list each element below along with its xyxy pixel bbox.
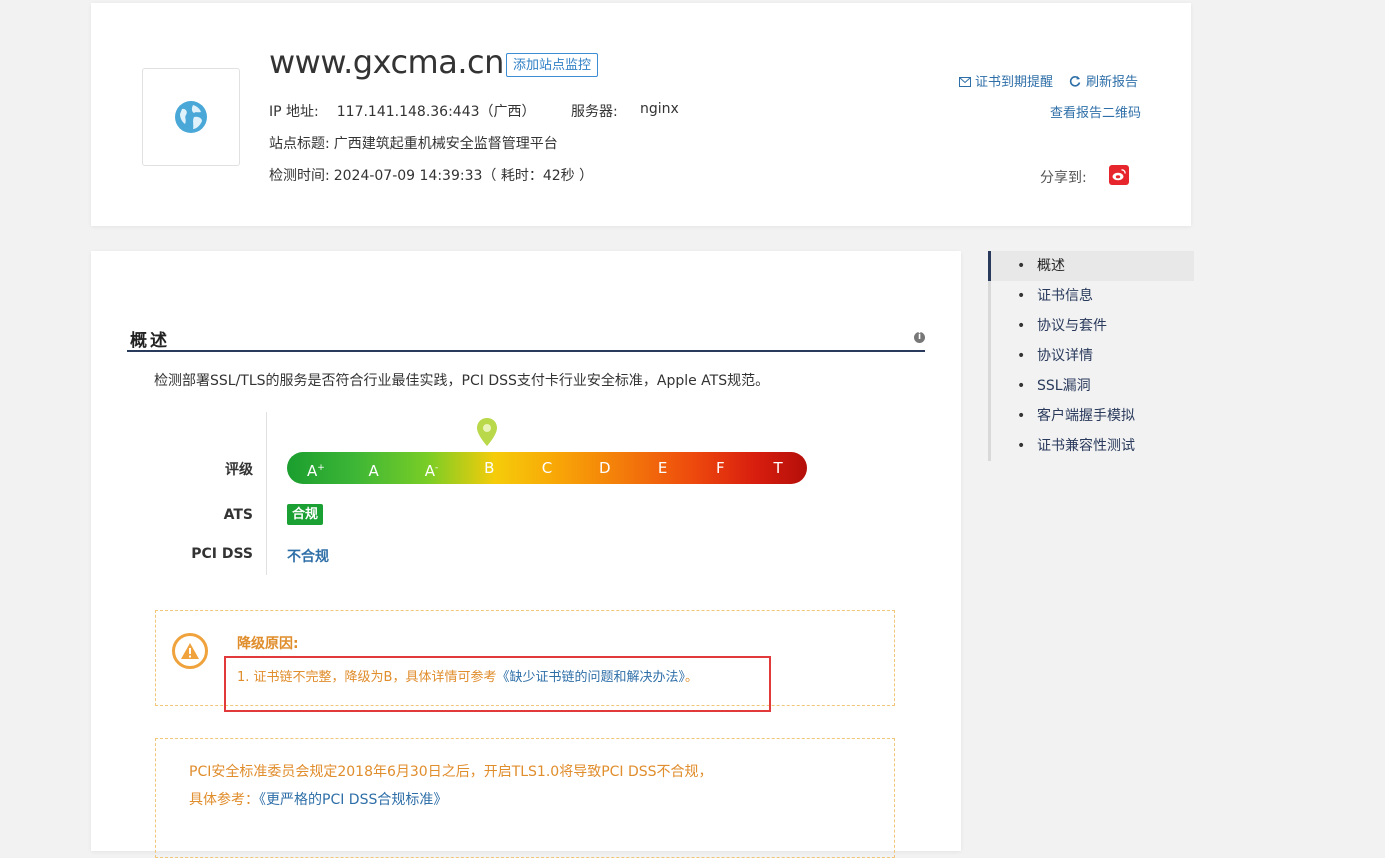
section-title: 概述 (130, 331, 170, 351)
check-time-row: 检测时间: 2024-07-09 14:39:33（ 耗时：42秒 ） (269, 165, 593, 185)
refresh-report-link[interactable]: 刷新报告 (1069, 71, 1138, 90)
site-domain: www.gxcma.cn (269, 43, 504, 81)
cert-remind-label: 证书到期提醒 (975, 75, 1054, 90)
mail-icon (959, 77, 971, 87)
nav-item-cert-compatibility[interactable]: 证书兼容性测试 (991, 431, 1194, 461)
grade-c: C (541, 459, 553, 477)
downgrade-reason-title: 降级原因: (237, 636, 299, 652)
side-navigation: 概述 证书信息 协议与套件 协议详情 SSL漏洞 客户端握手模拟 证书兼容性测试 (988, 251, 1194, 461)
site-title-row: 站点标题: 广西建筑起重机械安全监督管理平台 (269, 133, 558, 153)
share-label: 分享到: (1040, 170, 1087, 186)
add-monitor-button[interactable]: 添加站点监控 (506, 53, 599, 77)
site-logo (142, 68, 240, 166)
pci-dss-label: PCI DSS (191, 546, 253, 562)
grade-b: B (484, 459, 495, 477)
section-divider (127, 350, 925, 352)
grade-scale-bar: A+ A A- B C D E F T (287, 452, 807, 484)
nav-item-client-handshake[interactable]: 客户端握手模拟 (991, 401, 1194, 431)
ats-status-badge: 合规 (287, 504, 324, 525)
warning-icon (172, 633, 208, 669)
globe-icon (175, 101, 207, 133)
overview-card: 概述 i 检测部署SSL/TLS的服务是否符合行业最佳实践，PCI DSS支付卡… (91, 251, 961, 858)
cert-expiry-reminder-link[interactable]: 证书到期提醒 (959, 71, 1053, 90)
pci-standard-link[interactable]: 《更严格的PCI DSS合规标准》 (259, 792, 447, 808)
grade-f: F (716, 459, 725, 477)
grade-label: 评级 (225, 462, 253, 478)
refresh-label: 刷新报告 (1086, 75, 1139, 90)
pci-note-prefix: 具体参考： (189, 792, 259, 808)
pci-notice-line2: 具体参考：《更严格的PCI DSS合规标准》 (189, 789, 447, 809)
refresh-icon (1069, 76, 1081, 87)
overview-description: 检测部署SSL/TLS的服务是否符合行业最佳实践，PCI DSS支付卡行业安全标… (154, 373, 770, 389)
pci-notice-box: PCI安全标准委员会规定2018年6月30日之后，开启TLS1.0将导致PCI … (155, 738, 895, 858)
weibo-share-button[interactable] (1109, 165, 1129, 185)
highlight-annotation-box (224, 656, 771, 712)
vertical-divider (266, 412, 267, 575)
pci-notice-line1: PCI安全标准委员会规定2018年6月30日之后，开启TLS1.0将导致PCI … (189, 764, 713, 780)
check-time-value: 2024-07-09 14:39:33（ 耗时：42秒 ） (333, 168, 594, 184)
site-title-label: 站点标题: (269, 136, 330, 152)
site-title-value: 广西建筑起重机械安全监督管理平台 (333, 136, 558, 152)
view-report-qrcode-link[interactable]: 查看报告二维码 (1050, 102, 1141, 121)
nav-item-ssl-vulnerabilities[interactable]: SSL漏洞 (991, 371, 1194, 401)
ip-label: IP 地址: (269, 104, 319, 120)
grade-t: T (773, 459, 783, 477)
grade-a: A (368, 462, 379, 480)
grade-e: E (657, 459, 668, 477)
grade-a-minus: A- (424, 462, 439, 480)
check-time-label: 检测时间: (269, 168, 330, 184)
nav-item-cert-info[interactable]: 证书信息 (991, 281, 1194, 311)
server-value: nginx (640, 101, 679, 117)
nav-item-overview[interactable]: 概述 (988, 251, 1194, 281)
info-icon[interactable]: i (914, 332, 925, 343)
nav-item-protocol-details[interactable]: 协议详情 (991, 341, 1194, 371)
weibo-icon (1112, 169, 1126, 181)
ip-value: 117.141.148.36:443（广西） (336, 104, 536, 120)
ip-row: IP 地址: 117.141.148.36:443（广西） (269, 101, 536, 121)
site-summary-card: www.gxcma.cn 添加站点监控 IP 地址: 117.141.148.36… (91, 3, 1191, 226)
grade-a-plus: A+ (306, 462, 325, 480)
nav-item-protocols-suites[interactable]: 协议与套件 (991, 311, 1194, 341)
grade-d: D (599, 459, 611, 477)
ats-label: ATS (223, 507, 253, 523)
current-grade-pin-icon (477, 418, 497, 446)
pci-dss-status: 不合规 (287, 549, 329, 565)
server-label: 服务器: (571, 104, 618, 120)
